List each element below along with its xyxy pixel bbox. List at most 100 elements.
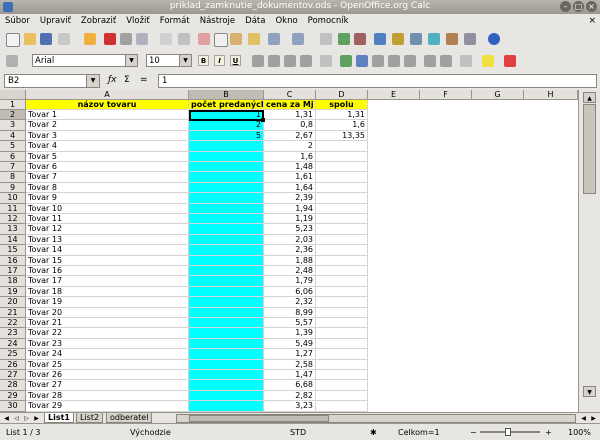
cell-unit-price[interactable]: 2 bbox=[264, 141, 316, 151]
sheet-tab-list1[interactable]: List1 bbox=[44, 413, 74, 423]
cell-quantity[interactable] bbox=[189, 318, 264, 328]
header-cell-name[interactable]: názov tovaru bbox=[26, 100, 189, 110]
cell-unit-price[interactable]: 2,82 bbox=[264, 391, 316, 401]
paste-icon[interactable] bbox=[230, 33, 242, 45]
cell-unit-price[interactable]: 1,48 bbox=[264, 162, 316, 172]
row-header[interactable]: 29 bbox=[0, 391, 26, 401]
cell-unit-price[interactable]: 5,57 bbox=[264, 318, 316, 328]
cell-quantity[interactable] bbox=[189, 391, 264, 401]
cell-unit-price[interactable]: 0,8 bbox=[264, 120, 316, 130]
menu-insert[interactable]: Vložiť bbox=[121, 16, 155, 26]
row-header[interactable]: 22 bbox=[0, 318, 26, 328]
email-icon[interactable] bbox=[58, 33, 70, 45]
column-header-b[interactable]: B bbox=[189, 90, 264, 100]
background-color-icon[interactable] bbox=[482, 55, 494, 67]
cell-quantity[interactable] bbox=[189, 380, 264, 390]
cell-quantity[interactable] bbox=[189, 162, 264, 172]
cell-quantity[interactable] bbox=[189, 245, 264, 255]
cell-total[interactable] bbox=[316, 318, 368, 328]
cell-unit-price[interactable]: 2,58 bbox=[264, 360, 316, 370]
italic-button[interactable]: I bbox=[214, 55, 225, 66]
cell-product-name[interactable]: Tovar 1 bbox=[26, 110, 189, 120]
cell-unit-price[interactable]: 1,64 bbox=[264, 183, 316, 193]
first-sheet-icon[interactable]: ◀ bbox=[2, 414, 11, 423]
horizontal-scrollbar[interactable] bbox=[176, 414, 576, 423]
standard-format-icon[interactable] bbox=[372, 55, 384, 67]
edit-file-icon[interactable] bbox=[84, 33, 96, 45]
cell-quantity[interactable] bbox=[189, 256, 264, 266]
styles-icon[interactable] bbox=[6, 55, 18, 67]
font-size-select[interactable]: 10 ▼ bbox=[146, 54, 192, 67]
menu-file[interactable]: Súbor bbox=[0, 16, 35, 26]
format-paintbrush-icon[interactable] bbox=[248, 33, 260, 45]
new-document-icon[interactable] bbox=[6, 33, 20, 47]
cell-product-name[interactable]: Tovar 19 bbox=[26, 297, 189, 307]
cell-total[interactable] bbox=[316, 224, 368, 234]
scroll-up-icon[interactable]: ▲ bbox=[583, 92, 596, 103]
cell-quantity[interactable] bbox=[189, 349, 264, 359]
draw-functions-icon[interactable] bbox=[392, 33, 404, 45]
maximize-icon[interactable]: □ bbox=[573, 1, 584, 12]
menu-tools[interactable]: Nástroje bbox=[195, 16, 240, 26]
cell-product-name[interactable]: Tovar 5 bbox=[26, 152, 189, 162]
row-header[interactable]: 30 bbox=[0, 401, 26, 411]
cell-unit-price[interactable]: 6,06 bbox=[264, 287, 316, 297]
borders-icon[interactable] bbox=[460, 55, 472, 67]
row-header[interactable]: 28 bbox=[0, 380, 26, 390]
name-box[interactable]: B2 ▼ bbox=[4, 74, 100, 88]
page-preview-icon[interactable] bbox=[136, 33, 148, 45]
cell-unit-price[interactable]: 2,32 bbox=[264, 297, 316, 307]
cell-unit-price[interactable]: 8,99 bbox=[264, 308, 316, 318]
row-header[interactable]: 18 bbox=[0, 276, 26, 286]
cell-total[interactable] bbox=[316, 266, 368, 276]
save-icon[interactable] bbox=[40, 33, 52, 45]
row-header[interactable]: 5 bbox=[0, 141, 26, 151]
cell-product-name[interactable]: Tovar 2 bbox=[26, 120, 189, 130]
column-header-e[interactable]: E bbox=[368, 90, 420, 100]
menu-edit[interactable]: Upraviť bbox=[35, 16, 76, 26]
align-left-icon[interactable] bbox=[252, 55, 264, 67]
row-header[interactable]: 12 bbox=[0, 214, 26, 224]
row-header[interactable]: 16 bbox=[0, 256, 26, 266]
hyperlink-icon[interactable] bbox=[320, 33, 332, 45]
cell-total[interactable] bbox=[316, 235, 368, 245]
vertical-scroll-thumb[interactable] bbox=[583, 104, 596, 194]
cell-quantity[interactable] bbox=[189, 287, 264, 297]
cell-quantity[interactable] bbox=[189, 370, 264, 380]
cell-product-name[interactable]: Tovar 22 bbox=[26, 328, 189, 338]
row-header[interactable]: 19 bbox=[0, 287, 26, 297]
gallery-icon[interactable] bbox=[446, 33, 458, 45]
row-header[interactable]: 8 bbox=[0, 172, 26, 182]
cell-unit-price[interactable]: 1,61 bbox=[264, 172, 316, 182]
cell-quantity[interactable] bbox=[189, 266, 264, 276]
cell-total[interactable] bbox=[316, 287, 368, 297]
cell-product-name[interactable]: Tovar 7 bbox=[26, 172, 189, 182]
cell-quantity[interactable] bbox=[189, 401, 264, 411]
row-header[interactable]: 25 bbox=[0, 349, 26, 359]
cell-unit-price[interactable]: 1,47 bbox=[264, 370, 316, 380]
export-pdf-icon[interactable] bbox=[104, 33, 116, 45]
vertical-scrollbar[interactable]: ▲ ▼ bbox=[578, 90, 600, 412]
zoom-out-icon[interactable]: − bbox=[470, 428, 477, 437]
cell-product-name[interactable]: Tovar 4 bbox=[26, 141, 189, 151]
cell-total[interactable] bbox=[316, 370, 368, 380]
cell-product-name[interactable]: Tovar 6 bbox=[26, 162, 189, 172]
row-header[interactable]: 4 bbox=[0, 131, 26, 141]
merge-cells-icon[interactable] bbox=[320, 55, 332, 67]
cell-total[interactable] bbox=[316, 297, 368, 307]
menu-view[interactable]: Zobraziť bbox=[76, 16, 121, 26]
cell-total[interactable] bbox=[316, 401, 368, 411]
row-header[interactable]: 17 bbox=[0, 266, 26, 276]
column-header-g[interactable]: G bbox=[472, 90, 524, 100]
find-replace-icon[interactable] bbox=[410, 33, 422, 45]
cell-total[interactable] bbox=[316, 193, 368, 203]
row-header[interactable]: 23 bbox=[0, 328, 26, 338]
column-header-c[interactable]: C bbox=[264, 90, 316, 100]
selection-mode[interactable]: STD bbox=[290, 428, 306, 437]
cell-total[interactable] bbox=[316, 328, 368, 338]
sheet-tab-odberatel[interactable]: odberatel bbox=[106, 413, 152, 423]
cell-quantity[interactable] bbox=[189, 141, 264, 151]
cell-quantity[interactable] bbox=[189, 152, 264, 162]
cell-unit-price[interactable]: 2,03 bbox=[264, 235, 316, 245]
font-color-icon[interactable] bbox=[504, 55, 516, 67]
